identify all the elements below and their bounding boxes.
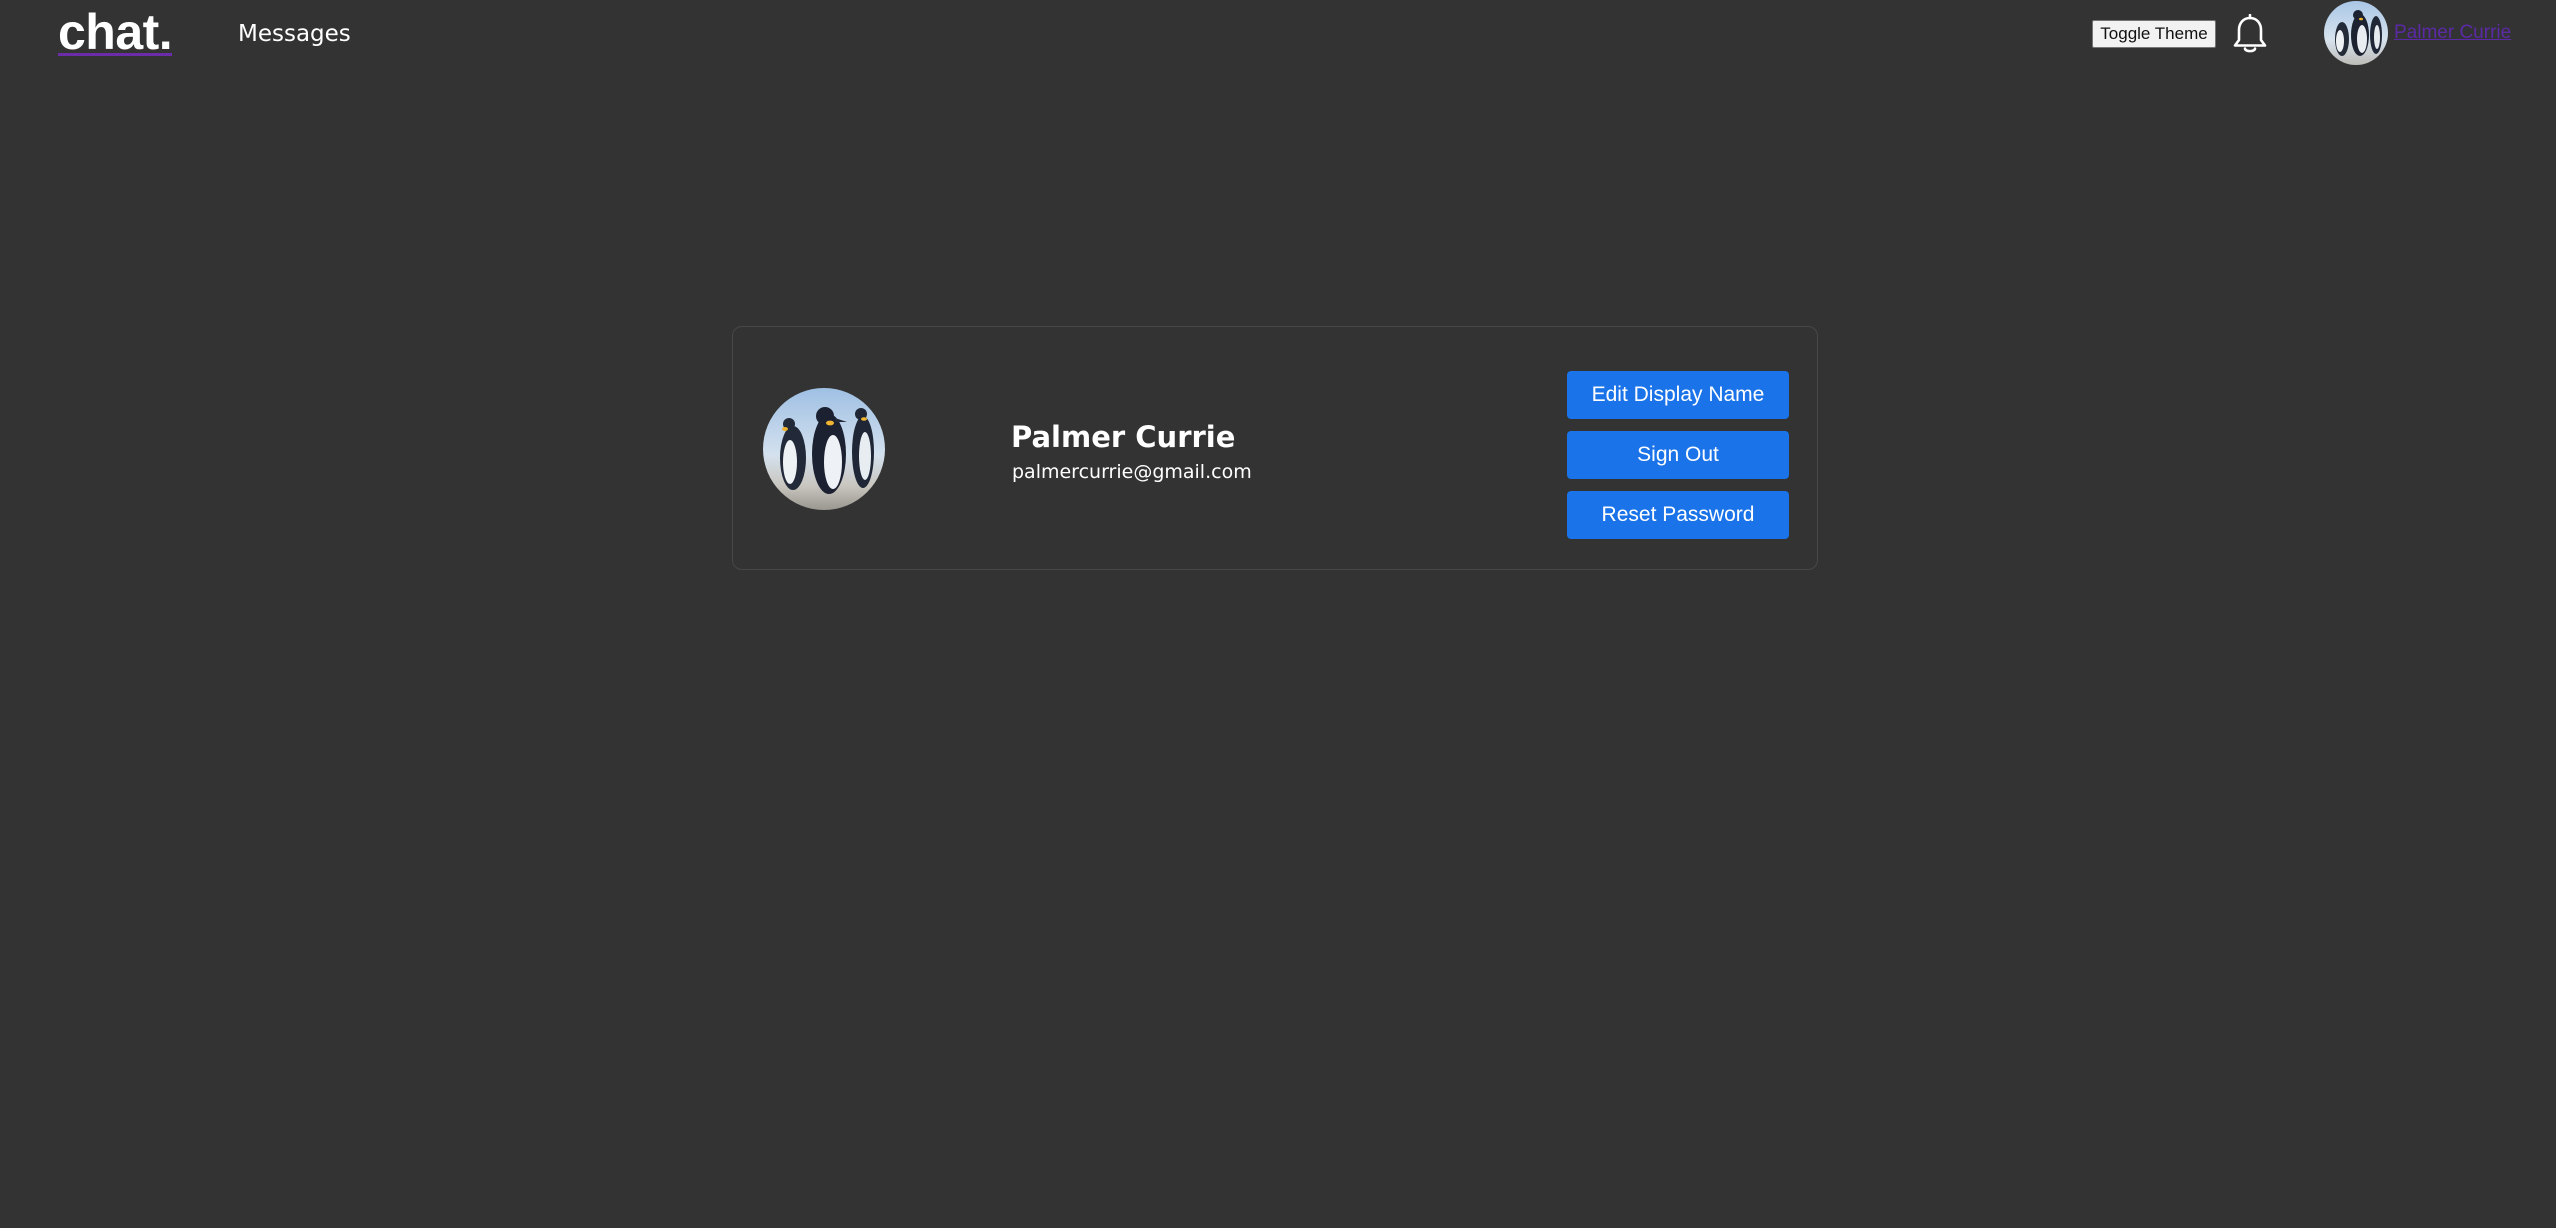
bell-icon[interactable] xyxy=(2232,13,2268,56)
profile-email: palmercurrie@gmail.com xyxy=(1012,461,1252,483)
sign-out-button[interactable]: Sign Out xyxy=(1567,431,1789,479)
nav-link-messages[interactable]: Messages xyxy=(238,19,351,49)
profile-page: chat. Messages Toggle Theme Palmer Curri… xyxy=(0,0,2556,1228)
username-link[interactable]: Palmer Currie xyxy=(2394,22,2511,44)
user-avatar[interactable] xyxy=(2324,1,2388,65)
reset-password-button[interactable]: Reset Password xyxy=(1567,491,1789,539)
toggle-theme-button[interactable]: Toggle Theme xyxy=(2092,20,2216,48)
profile-display-name: Palmer Currie xyxy=(1011,420,1236,454)
top-navigation-bar: chat. Messages Toggle Theme Palmer Curri… xyxy=(0,0,2556,72)
edit-display-name-button[interactable]: Edit Display Name xyxy=(1567,371,1789,419)
profile-card: Palmer Currie palmercurrie@gmail.com Edi… xyxy=(732,326,1818,570)
profile-avatar xyxy=(763,388,885,510)
app-logo[interactable]: chat. xyxy=(58,2,173,60)
